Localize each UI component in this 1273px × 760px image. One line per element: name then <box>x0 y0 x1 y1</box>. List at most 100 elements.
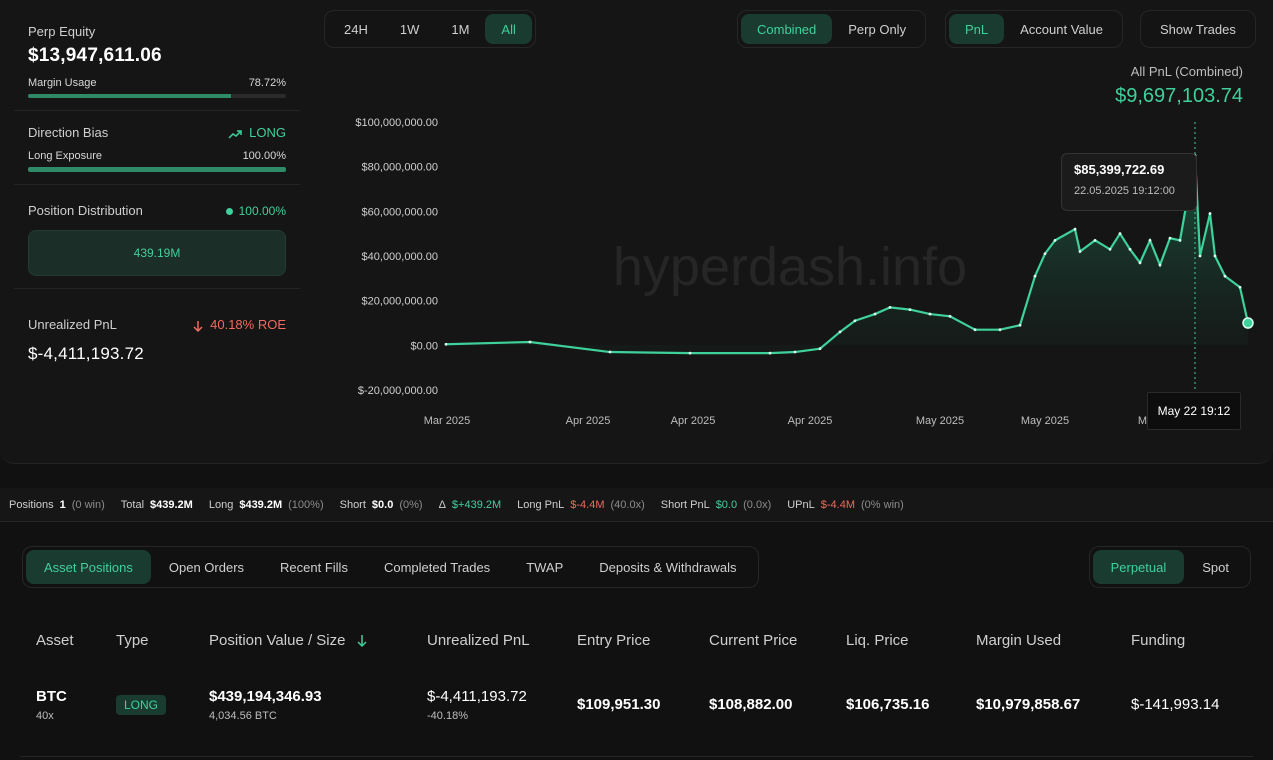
tab-asset-positions[interactable]: Asset Positions <box>26 550 151 584</box>
equity-value: $13,947,611.06 <box>28 45 162 66</box>
pnl-summary: All PnL (Combined) $9,697,103.74 <box>1115 64 1243 108</box>
long-exposure-value: 100.00% <box>242 150 286 162</box>
data-point <box>1238 285 1242 289</box>
mode-combined[interactable]: Combined <box>741 14 833 44</box>
data-point <box>928 312 932 316</box>
summary-delta: Δ $+439.2M <box>438 498 502 511</box>
data-point <box>973 328 977 332</box>
long-exposure-fill <box>28 167 286 172</box>
data-point <box>1198 254 1202 258</box>
position-value: $439,194,346.93 <box>209 688 322 705</box>
cell-current-price: $108,882.00 <box>709 696 793 713</box>
data-point <box>1093 238 1097 242</box>
data-point <box>768 351 772 355</box>
distribution-block: Position Distribution 100.00% 439.19M <box>14 185 300 289</box>
table-divider <box>20 756 1253 757</box>
tab-twap[interactable]: TWAP <box>508 550 581 584</box>
cell-asset: BTC 40x <box>36 688 67 722</box>
margin-usage-value: 78.72% <box>248 77 286 89</box>
x-tick-label: Mar 2025 <box>424 415 470 427</box>
header-entry-price[interactable]: Entry Price <box>577 632 650 649</box>
data-point <box>1043 252 1047 256</box>
cell-funding: $-141,993.14 <box>1131 696 1220 713</box>
data-point <box>1108 247 1112 251</box>
cell-unrealized-pnl: $-4,411,193.72 -40.18% <box>427 688 527 722</box>
header-funding[interactable]: Funding <box>1131 632 1185 649</box>
cell-entry-price: $109,951.30 <box>577 696 661 713</box>
market-tabs: Perpetual Spot <box>1088 546 1251 588</box>
position-distribution-value: 100.00% <box>225 203 286 218</box>
tab-completed-trades[interactable]: Completed Trades <box>366 550 508 584</box>
x-tick-label: May 2025 <box>916 415 964 427</box>
tab-spot[interactable]: Spot <box>1184 550 1247 584</box>
unrealized-pnl-label: Unrealized PnL <box>28 317 117 332</box>
metric-account-value[interactable]: Account Value <box>1004 14 1119 44</box>
timeframe-1m[interactable]: 1M <box>435 14 485 44</box>
tab-perpetual[interactable]: Perpetual <box>1092 550 1185 584</box>
data-point <box>1208 212 1212 215</box>
header-current-price[interactable]: Current Price <box>709 632 797 649</box>
dot-icon <box>225 207 233 215</box>
header-unrealized-pnl[interactable]: Unrealized PnL <box>427 632 530 649</box>
x-tick-label: May 2025 <box>1021 415 1069 427</box>
roe-value: 40.18% ROE <box>192 317 286 332</box>
data-point <box>873 312 877 316</box>
data-point <box>1118 232 1122 236</box>
row-upnl: $-4,411,193.72 <box>427 688 527 705</box>
data-point <box>1223 274 1227 278</box>
equity-block: Perp Equity $13,947,611.06 Margin Usage … <box>14 12 300 111</box>
cell-position-value: $439,194,346.93 4,034.56 BTC <box>209 688 322 722</box>
data-point <box>1053 238 1057 242</box>
header-asset[interactable]: Asset <box>36 632 74 649</box>
summary-total: Total $439.2M <box>120 498 193 511</box>
tooltip-value: $85,399,722.69 <box>1074 162 1165 177</box>
timeframe-24h[interactable]: 24H <box>328 14 384 44</box>
long-exposure-label: Long Exposure <box>28 150 102 162</box>
data-point <box>1178 238 1182 242</box>
summary-short: Short $0.0 (0%) <box>339 498 423 511</box>
row-upnl-pct: -40.18% <box>427 710 468 722</box>
mode-perp-only[interactable]: Perp Only <box>832 14 922 44</box>
data-point <box>908 308 912 311</box>
y-tick-label: $0.00 <box>410 340 438 352</box>
chart-tooltip: $85,399,722.69 22.05.2025 19:12:00 <box>1061 153 1197 211</box>
data-point <box>948 314 952 318</box>
show-trades-button[interactable]: Show Trades <box>1144 14 1252 44</box>
tab-deposits-withdrawals[interactable]: Deposits & Withdrawals <box>581 550 754 584</box>
dist-percent: 100.00% <box>238 203 286 218</box>
timeframe-1w[interactable]: 1W <box>384 14 436 44</box>
tab-open-orders[interactable]: Open Orders <box>151 550 262 584</box>
data-point <box>793 350 797 354</box>
metric-pnl[interactable]: PnL <box>949 14 1005 44</box>
tab-recent-fills[interactable]: Recent Fills <box>262 550 366 584</box>
pnl-summary-value: $9,697,103.74 <box>1115 85 1243 107</box>
x-tick-label: Apr 2025 <box>566 415 611 427</box>
data-point <box>608 350 612 354</box>
positions-summary-strip: Positions 1 (0 win) Total $439.2M Long $439.… <box>0 488 1273 522</box>
y-tick-label: $60,000,000.00 <box>362 206 438 218</box>
data-point <box>998 328 1002 332</box>
mode-selector: Combined Perp Only <box>737 10 927 48</box>
y-tick-label: $20,000,000.00 <box>362 296 438 308</box>
data-point <box>1078 250 1082 253</box>
data-point <box>1033 274 1037 278</box>
data-point <box>888 305 892 309</box>
timeframe-all[interactable]: All <box>485 14 532 44</box>
margin-usage-label: Margin Usage <box>28 77 97 89</box>
margin-usage-fill <box>28 94 232 98</box>
arrow-down-icon <box>192 317 211 332</box>
data-point <box>1018 323 1022 327</box>
cell-liq-price: $106,735.16 <box>846 696 930 713</box>
data-point <box>1128 247 1132 251</box>
header-position-value[interactable]: Position Value / Size <box>209 632 368 649</box>
header-type[interactable]: Type <box>116 632 149 649</box>
distribution-box[interactable]: 439.19M <box>28 230 286 276</box>
data-point <box>853 319 857 323</box>
account-stats: Perp Equity $13,947,611.06 Margin Usage … <box>14 12 300 376</box>
crosshair-x-label: May 22 19:12 <box>1147 392 1241 430</box>
header-margin-used[interactable]: Margin Used <box>976 632 1061 649</box>
header-liq-price[interactable]: Liq. Price <box>846 632 909 649</box>
table-row[interactable]: BTC 40x LONG $439,194,346.93 4,034.56 BT… <box>0 674 1273 734</box>
bias-block: Direction Bias LONG Long Exposure 100.00… <box>14 111 300 185</box>
equity-label: Perp Equity <box>28 24 96 39</box>
